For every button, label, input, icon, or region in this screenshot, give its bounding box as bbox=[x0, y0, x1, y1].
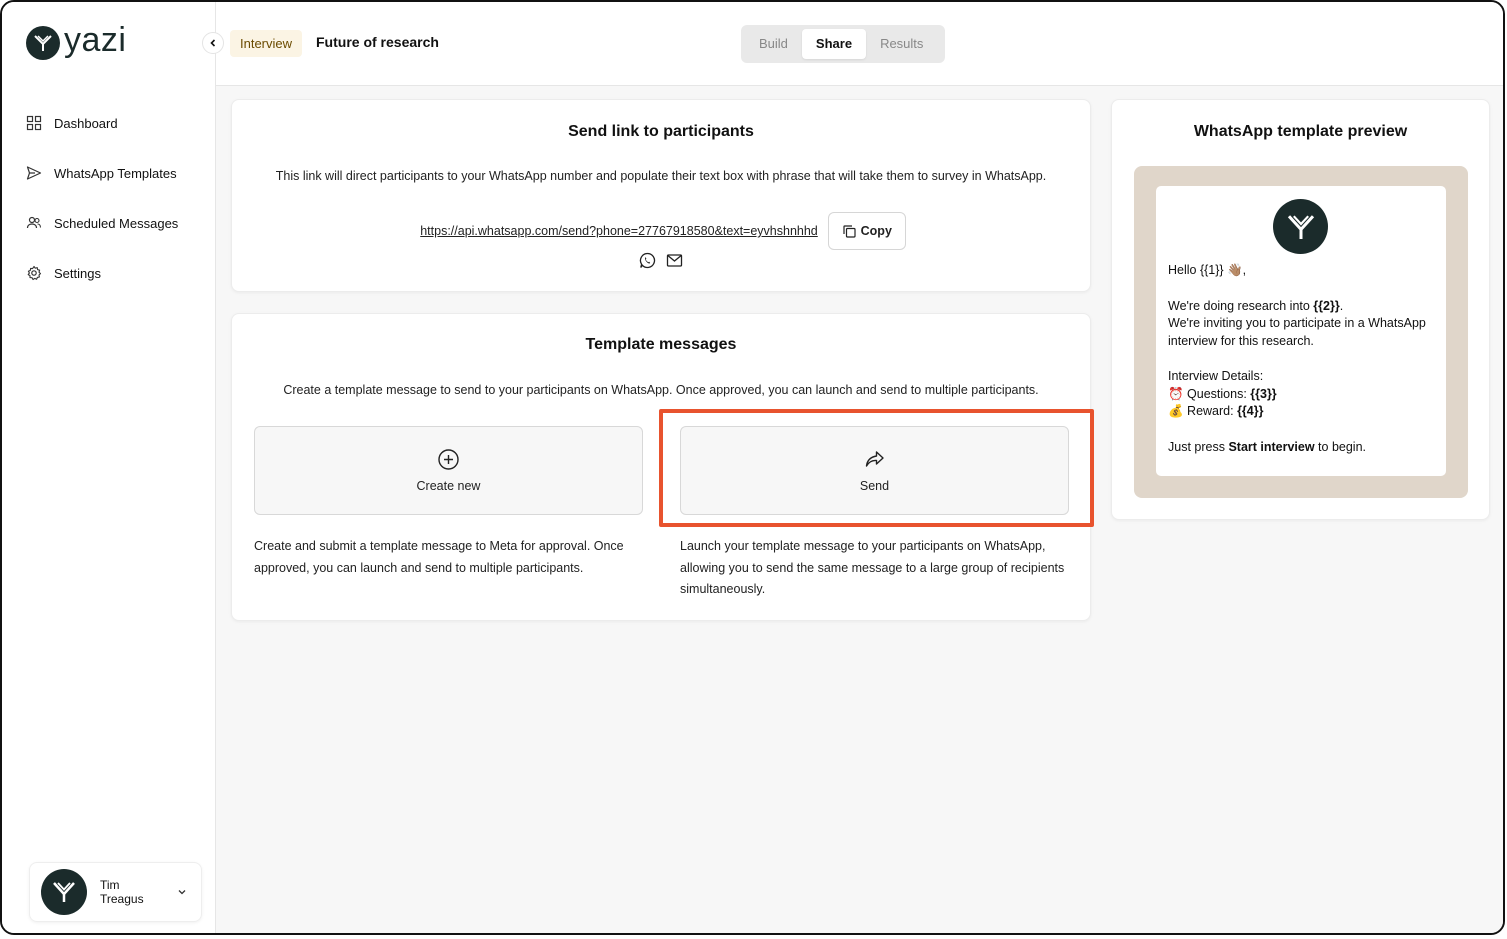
send-link-title: Send link to participants bbox=[568, 123, 754, 140]
template-messages-title: Template messages bbox=[585, 336, 737, 353]
message-intro: We're doing research into {{2}}. We're i… bbox=[1168, 298, 1434, 351]
message-bubble: Hello {{1}} 👋🏽, We're doing research int… bbox=[1156, 186, 1446, 476]
chat-background: Hello {{1}} 👋🏽, We're doing research int… bbox=[1134, 166, 1468, 498]
yazi-logo-icon bbox=[53, 882, 75, 902]
sidebar-item-label: Settings bbox=[54, 265, 101, 281]
collapse-sidebar-button[interactable] bbox=[202, 32, 224, 54]
variable-topic: {{2}} bbox=[1313, 298, 1340, 313]
sidebar-item-dashboard[interactable]: Dashboard bbox=[26, 110, 178, 136]
email-icon[interactable] bbox=[666, 252, 683, 269]
sidebar-nav: Dashboard WhatsApp Templates Scheduled M… bbox=[26, 110, 178, 310]
sidebar-item-settings[interactable]: Settings bbox=[26, 260, 178, 286]
template-messages-description: Create a template message to send to you… bbox=[283, 383, 1039, 397]
message-greeting: Hello {{1}} 👋🏽, bbox=[1168, 263, 1247, 277]
invite-text: We're inviting you to participate in a W… bbox=[1168, 316, 1426, 348]
template-messages-card: Template messages Create a template mess… bbox=[231, 313, 1091, 621]
cta-prefix: Just press bbox=[1168, 439, 1229, 454]
view-tabs: Build Share Results bbox=[741, 25, 945, 63]
share-icons bbox=[639, 252, 683, 269]
sidebar-item-label: WhatsApp Templates bbox=[54, 165, 177, 181]
gear-icon bbox=[27, 265, 42, 281]
avatar bbox=[41, 869, 87, 915]
whatsapp-icon[interactable] bbox=[639, 252, 656, 269]
sidebar-item-label: Scheduled Messages bbox=[54, 215, 179, 231]
questions-label: ⏰ Questions: bbox=[1168, 386, 1251, 401]
preview-title: WhatsApp template preview bbox=[1193, 123, 1408, 140]
yazi-logo-icon bbox=[26, 26, 60, 60]
users-icon bbox=[26, 216, 42, 229]
type-badge: Interview bbox=[230, 30, 303, 57]
app-logo[interactable]: yazi bbox=[26, 21, 127, 60]
grid-icon bbox=[26, 115, 42, 131]
variable-questions: {{3}} bbox=[1250, 386, 1277, 401]
link-row: https://api.whatsapp.com/send?phone=2776… bbox=[232, 212, 1090, 250]
yazi-logo-icon bbox=[1287, 214, 1314, 239]
create-new-label: Create new bbox=[416, 479, 481, 493]
sidebar: yazi Dashboard WhatsApp Templates Schedu… bbox=[2, 2, 216, 933]
app-window: yazi Dashboard WhatsApp Templates Schedu… bbox=[0, 0, 1505, 935]
sidebar-item-label: Dashboard bbox=[54, 115, 118, 131]
share-forward-icon bbox=[865, 451, 884, 467]
sidebar-item-whatsapp-templates[interactable]: WhatsApp Templates bbox=[26, 160, 178, 186]
message-details: Interview Details: ⏰ Questions: {{3}} 💰 … bbox=[1168, 368, 1434, 421]
avatar bbox=[1273, 199, 1328, 254]
send-button[interactable]: Send bbox=[680, 426, 1069, 515]
reward-label: 💰 Reward: bbox=[1168, 404, 1238, 418]
copy-button-label: Copy bbox=[860, 224, 892, 238]
message-cta: Just press Start interview to begin. bbox=[1168, 439, 1434, 457]
user-name: Tim Treagus bbox=[100, 878, 144, 906]
main-content: Send link to participants This link will… bbox=[216, 86, 1503, 933]
chevron-down-icon bbox=[178, 890, 186, 895]
variable-reward: {{4}} bbox=[1237, 404, 1264, 418]
sidebar-item-scheduled-messages[interactable]: Scheduled Messages bbox=[26, 210, 178, 236]
intro-suffix: . bbox=[1339, 298, 1344, 313]
tab-share[interactable]: Share bbox=[801, 29, 867, 59]
send-link-description: This link will direct participants to yo… bbox=[275, 169, 1047, 183]
cta-bold: Start interview bbox=[1228, 439, 1315, 454]
send-icon bbox=[26, 166, 42, 180]
page-title: Future of research bbox=[316, 34, 439, 50]
tab-results[interactable]: Results bbox=[866, 29, 937, 59]
send-description: Launch your template message to your par… bbox=[680, 539, 1065, 596]
tab-build[interactable]: Build bbox=[745, 29, 802, 59]
copy-button[interactable]: Copy bbox=[827, 212, 906, 250]
send-label: Send bbox=[859, 479, 890, 493]
logo-text: yazi bbox=[64, 21, 127, 59]
details-heading: Interview Details: bbox=[1168, 369, 1264, 383]
intro-text: We're doing research into bbox=[1168, 298, 1314, 313]
send-link-card: Send link to participants This link will… bbox=[231, 99, 1091, 292]
create-new-button[interactable]: Create new bbox=[254, 426, 643, 515]
whatsapp-preview-card: WhatsApp template preview Hello {{1}} 👋🏽… bbox=[1111, 99, 1490, 520]
copy-icon bbox=[843, 224, 856, 238]
whatsapp-link[interactable]: https://api.whatsapp.com/send?phone=2776… bbox=[420, 224, 818, 238]
create-new-description: Create and submit a template message to … bbox=[254, 539, 624, 575]
user-menu[interactable]: Tim Treagus bbox=[29, 862, 202, 922]
plus-circle-icon bbox=[438, 449, 459, 470]
top-header: Interview Future of research Build Share… bbox=[216, 2, 1503, 86]
chevron-left-icon bbox=[210, 39, 216, 47]
cta-suffix: to begin. bbox=[1314, 439, 1367, 454]
